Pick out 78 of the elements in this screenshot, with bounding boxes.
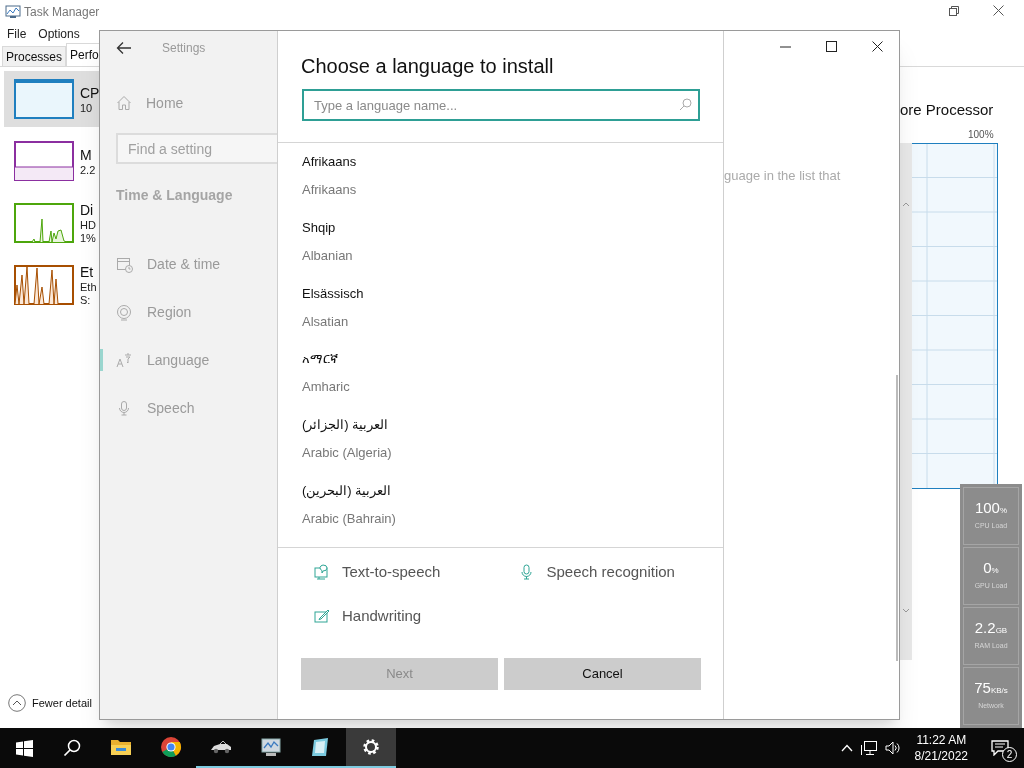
feature-label: Text-to-speech [342,561,441,582]
resource-label: HD [80,219,96,232]
tab[interactable]: Perfo [66,43,99,66]
close-icon[interactable] [993,5,1004,16]
language-native-name: Afrikaans [302,153,357,171]
resource-label: 2.2 [80,163,96,177]
gadget-value: 100% [974,500,1008,519]
resource-label: Di [80,201,94,219]
windows-start-icon[interactable] [15,739,33,757]
notification-count: 2 [1002,747,1017,762]
dialog-button[interactable]: Cancel [504,658,701,690]
gadget-value: 0% [983,560,999,579]
task-manager-icon [5,5,21,19]
resource-label: S: [80,294,91,307]
monitor-speech-icon [314,564,330,580]
search-icon[interactable] [63,739,81,757]
maximize-icon[interactable] [826,41,837,52]
notification-button[interactable]: 2 [982,728,1018,768]
clock[interactable]: 11:22 AM 8/21/2022 [908,732,974,764]
language-english-name: Afrikaans [302,181,357,199]
window-title: Settings [162,40,206,57]
resource-item[interactable]: Et Eth S: [4,257,99,313]
resource-label: CP [80,83,100,102]
language-native-name: Elsässisch [302,284,364,303]
resource-label: 1% [80,232,96,245]
settings-icon [360,736,382,758]
section-heading: Time & Language [116,186,234,205]
graph-max-label: 100% [968,128,994,142]
cpu-heading: ore Processor [900,100,994,120]
dialog-title: Choose a language to install [300,54,555,79]
chevron-up-icon[interactable] [840,744,853,752]
language-native-name: አማርኛ [302,350,338,369]
taskbar-button[interactable] [346,728,396,768]
language-option[interactable]: Shqip Albanian [278,217,723,284]
browser-icon [160,736,182,758]
volume-icon[interactable] [884,741,901,755]
language-option[interactable]: አማርኛ Amharic [278,349,723,416]
collapse-icon[interactable] [8,694,26,712]
gadget-value: 75KB/s [974,680,1008,699]
resource-item[interactable]: M 2.2 [4,133,99,189]
description-text: guage in the list that [724,167,841,185]
resource-label: 10 [80,101,93,115]
pen-icon [314,608,330,624]
language-english-name: Albanian [302,246,353,265]
calendar-icon [116,255,133,273]
resource-label: Eth [80,281,97,294]
menu-item[interactable]: File [7,25,27,43]
window-title: Task Manager [24,4,100,21]
menu-item[interactable]: Options [38,25,80,43]
language-english-name: Alsatian [302,312,349,331]
language-english-name: Amharic [302,378,350,397]
message-icon [991,740,1009,756]
back-icon[interactable] [116,41,132,55]
fewer-details-link[interactable]: Fewer detail [32,694,92,712]
restore-icon[interactable] [949,6,959,16]
language-english-name: Arabic (Algeria) [302,444,392,463]
feature-label: Speech recognition [546,561,675,582]
network-icon[interactable] [860,740,877,756]
language-native-name: العربية (البحرين) [302,482,392,501]
feature-label: Handwriting [342,605,422,626]
home-icon [116,95,132,111]
language-icon [116,351,133,369]
search-icon [679,98,692,111]
search-field[interactable]: Type a language name... [302,89,700,121]
monitor-icon [260,736,282,758]
microphone-icon [518,564,535,580]
globe-icon [116,303,133,321]
language-native-name: Shqip [302,218,336,237]
resource-label: M [80,145,92,164]
language-option[interactable]: Elsässisch Alsatian [278,283,723,350]
resource-item[interactable]: CP 10 [4,71,99,127]
resource-label: Et [80,263,94,281]
resource-item[interactable]: Di HD 1% [4,195,99,251]
language-native-name: العربية (الجزائر) [302,416,389,435]
close-icon[interactable] [872,41,883,52]
language-english-name: Arabic (Bahrain) [302,510,396,529]
gadget-value: 2.2GB [974,620,1008,639]
tab[interactable]: Processes [2,46,67,66]
